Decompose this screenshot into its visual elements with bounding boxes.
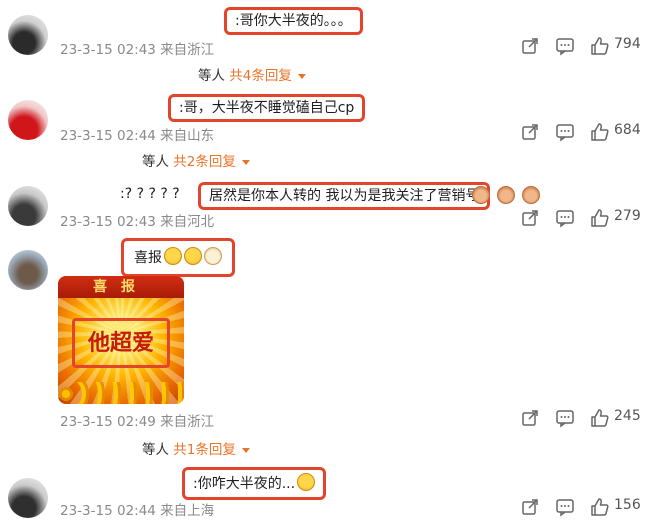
comment-icon[interactable] [555, 497, 575, 517]
comment-icon[interactable] [555, 122, 575, 142]
comment-text: :哥你大半夜的。。。 [224, 7, 363, 35]
replies-link[interactable]: 共1条回复 [173, 442, 236, 458]
like-icon[interactable] [590, 36, 610, 56]
avatar[interactable] [8, 186, 48, 226]
comment-meta: 23-3-15 02:44 来自上海 [60, 503, 215, 519]
replies-prefix: 等人 [142, 442, 169, 458]
avatar[interactable] [8, 478, 48, 518]
comment-actions: 684 [520, 121, 648, 143]
replies-link[interactable]: 共4条回复 [229, 68, 292, 84]
bear-emoji-icon [472, 186, 490, 204]
share-icon[interactable] [520, 122, 540, 142]
comment-meta: 23-3-15 02:43 来自河北 [60, 214, 215, 230]
like-count: 279 [614, 208, 641, 224]
comment-text: 喜报 [134, 250, 162, 266]
replies-prefix: 等人 [198, 68, 225, 84]
like-icon[interactable] [590, 122, 610, 142]
replies-toggle[interactable]: 等人 共4条回复 [198, 64, 306, 84]
comment-text-box: 喜报 [121, 238, 235, 277]
replies-toggle[interactable]: 等人 共2条回复 [142, 150, 250, 170]
avatar[interactable] [8, 15, 48, 55]
laugh-emoji-icon [184, 247, 202, 265]
comment-icon[interactable] [555, 408, 575, 428]
comment-text: 居然是你本人转的 我以为是我关注了营销号 [198, 182, 491, 210]
chevron-down-icon [241, 159, 250, 165]
replies-toggle[interactable]: 等人 共1条回复 [142, 438, 250, 458]
replies-link[interactable]: 共2条回复 [173, 154, 236, 170]
poster-flowers [58, 382, 184, 404]
share-icon[interactable] [520, 36, 540, 56]
like-count: 794 [614, 36, 641, 52]
like-count: 156 [614, 497, 641, 513]
like-icon[interactable] [590, 497, 610, 517]
comment-meta: 23-3-15 02:44 来自山东 [60, 128, 215, 144]
like-icon[interactable] [590, 408, 610, 428]
comment-image[interactable]: 喜报 他超爱 [58, 276, 184, 404]
laugh-emoji-icon [297, 473, 316, 491]
comment-text: :你咋大半夜的... [193, 476, 296, 492]
share-icon[interactable] [520, 408, 540, 428]
comment-prefix: :? ? ? ? ? [120, 186, 180, 202]
comment-actions: 245 [520, 407, 648, 429]
laugh-emoji-icon [164, 247, 182, 265]
avatar[interactable] [8, 250, 48, 290]
comment-meta: 23-3-15 02:49 来自浙江 [60, 414, 215, 430]
comment-actions: 794 [520, 35, 648, 57]
poster-word: 他超爱 [72, 318, 170, 368]
share-icon[interactable] [520, 497, 540, 517]
chevron-down-icon [241, 447, 250, 453]
like-count: 245 [614, 408, 641, 424]
comment-icon[interactable] [555, 36, 575, 56]
comment-text-box: :你咋大半夜的... [182, 467, 327, 500]
like-icon[interactable] [590, 208, 610, 228]
bear-emoji-icon [522, 186, 541, 204]
bear-emoji-icon [497, 186, 516, 204]
cat-emoji-icon [204, 247, 222, 265]
emoji-group [470, 186, 541, 205]
chevron-down-icon [297, 73, 306, 79]
poster-banner: 喜报 [58, 276, 184, 298]
comment-actions: 279 [520, 207, 648, 229]
avatar[interactable] [8, 100, 48, 140]
comment-actions: 156 [520, 496, 648, 518]
replies-prefix: 等人 [142, 154, 169, 170]
share-icon[interactable] [520, 208, 540, 228]
like-count: 684 [614, 122, 641, 138]
comment-meta: 23-3-15 02:43 来自浙江 [60, 42, 215, 58]
comment-icon[interactable] [555, 208, 575, 228]
comment-text: :哥，大半夜不睡觉磕自己cp [168, 94, 366, 122]
